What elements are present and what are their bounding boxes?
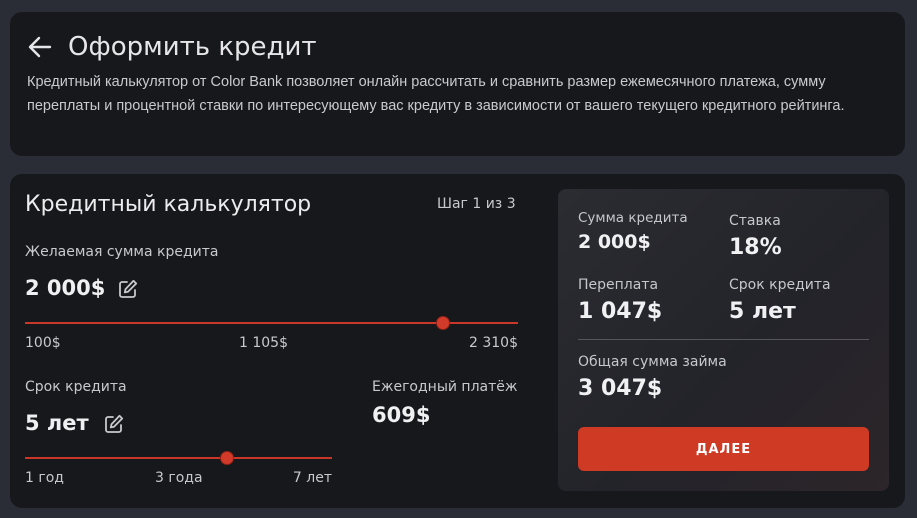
- summary-amount-label: Сумма кредита: [578, 210, 688, 226]
- page-title: Оформить кредит: [68, 32, 317, 62]
- term-label: Срок кредита: [25, 379, 127, 395]
- summary-rate-value: 18%: [729, 235, 782, 260]
- amount-min-label: 100$: [25, 335, 61, 351]
- header-card: Оформить кредит Кредитный калькулятор от…: [10, 12, 905, 156]
- arrow-left-icon[interactable]: [26, 33, 58, 61]
- term-value: 5 лет: [25, 411, 89, 435]
- edit-amount-icon[interactable]: [117, 278, 139, 300]
- summary-panel: Сумма кредита 2 000$ Ставка 18% Переплат…: [558, 189, 889, 491]
- summary-overpay-value: 1 047$: [578, 299, 663, 324]
- summary-total-value: 3 047$: [578, 376, 663, 401]
- summary-term-value: 5 лет: [729, 299, 796, 324]
- amount-max-label: 2 310$: [469, 335, 518, 351]
- summary-term-label: Срок кредита: [729, 277, 831, 293]
- summary-rate-label: Ставка: [729, 213, 781, 229]
- yearly-payment-value: 609$: [372, 403, 431, 427]
- summary-amount-value: 2 000$: [578, 231, 651, 253]
- edit-term-icon[interactable]: [103, 413, 125, 435]
- calculator-card: Кредитный калькулятор Шаг 1 из 3 Желаема…: [10, 174, 905, 508]
- term-slider-thumb[interactable]: [219, 451, 234, 465]
- term-slider-track[interactable]: [25, 457, 332, 459]
- amount-value: 2 000$: [25, 276, 106, 300]
- calculator-title: Кредитный калькулятор: [25, 192, 312, 217]
- term-max-label: 7 лет: [292, 470, 332, 486]
- title-row: Оформить кредит: [26, 32, 317, 62]
- step-indicator: Шаг 1 из 3: [437, 196, 516, 212]
- summary-divider: [578, 339, 869, 340]
- next-button[interactable]: ДАЛЕЕ: [578, 427, 869, 471]
- summary-overpay-label: Переплата: [578, 277, 659, 293]
- summary-total-label: Общая сумма займа: [578, 354, 727, 370]
- amount-slider-thumb[interactable]: [435, 316, 450, 330]
- amount-label: Желаемая сумма кредита: [25, 244, 219, 260]
- term-mid-label: 3 года: [155, 470, 203, 486]
- term-min-label: 1 год: [25, 470, 64, 486]
- page-description: Кредитный калькулятор от Color Bank позв…: [27, 74, 845, 114]
- amount-mid-label: 1 105$: [239, 335, 288, 351]
- yearly-payment-label: Ежегодный платёж: [372, 379, 518, 395]
